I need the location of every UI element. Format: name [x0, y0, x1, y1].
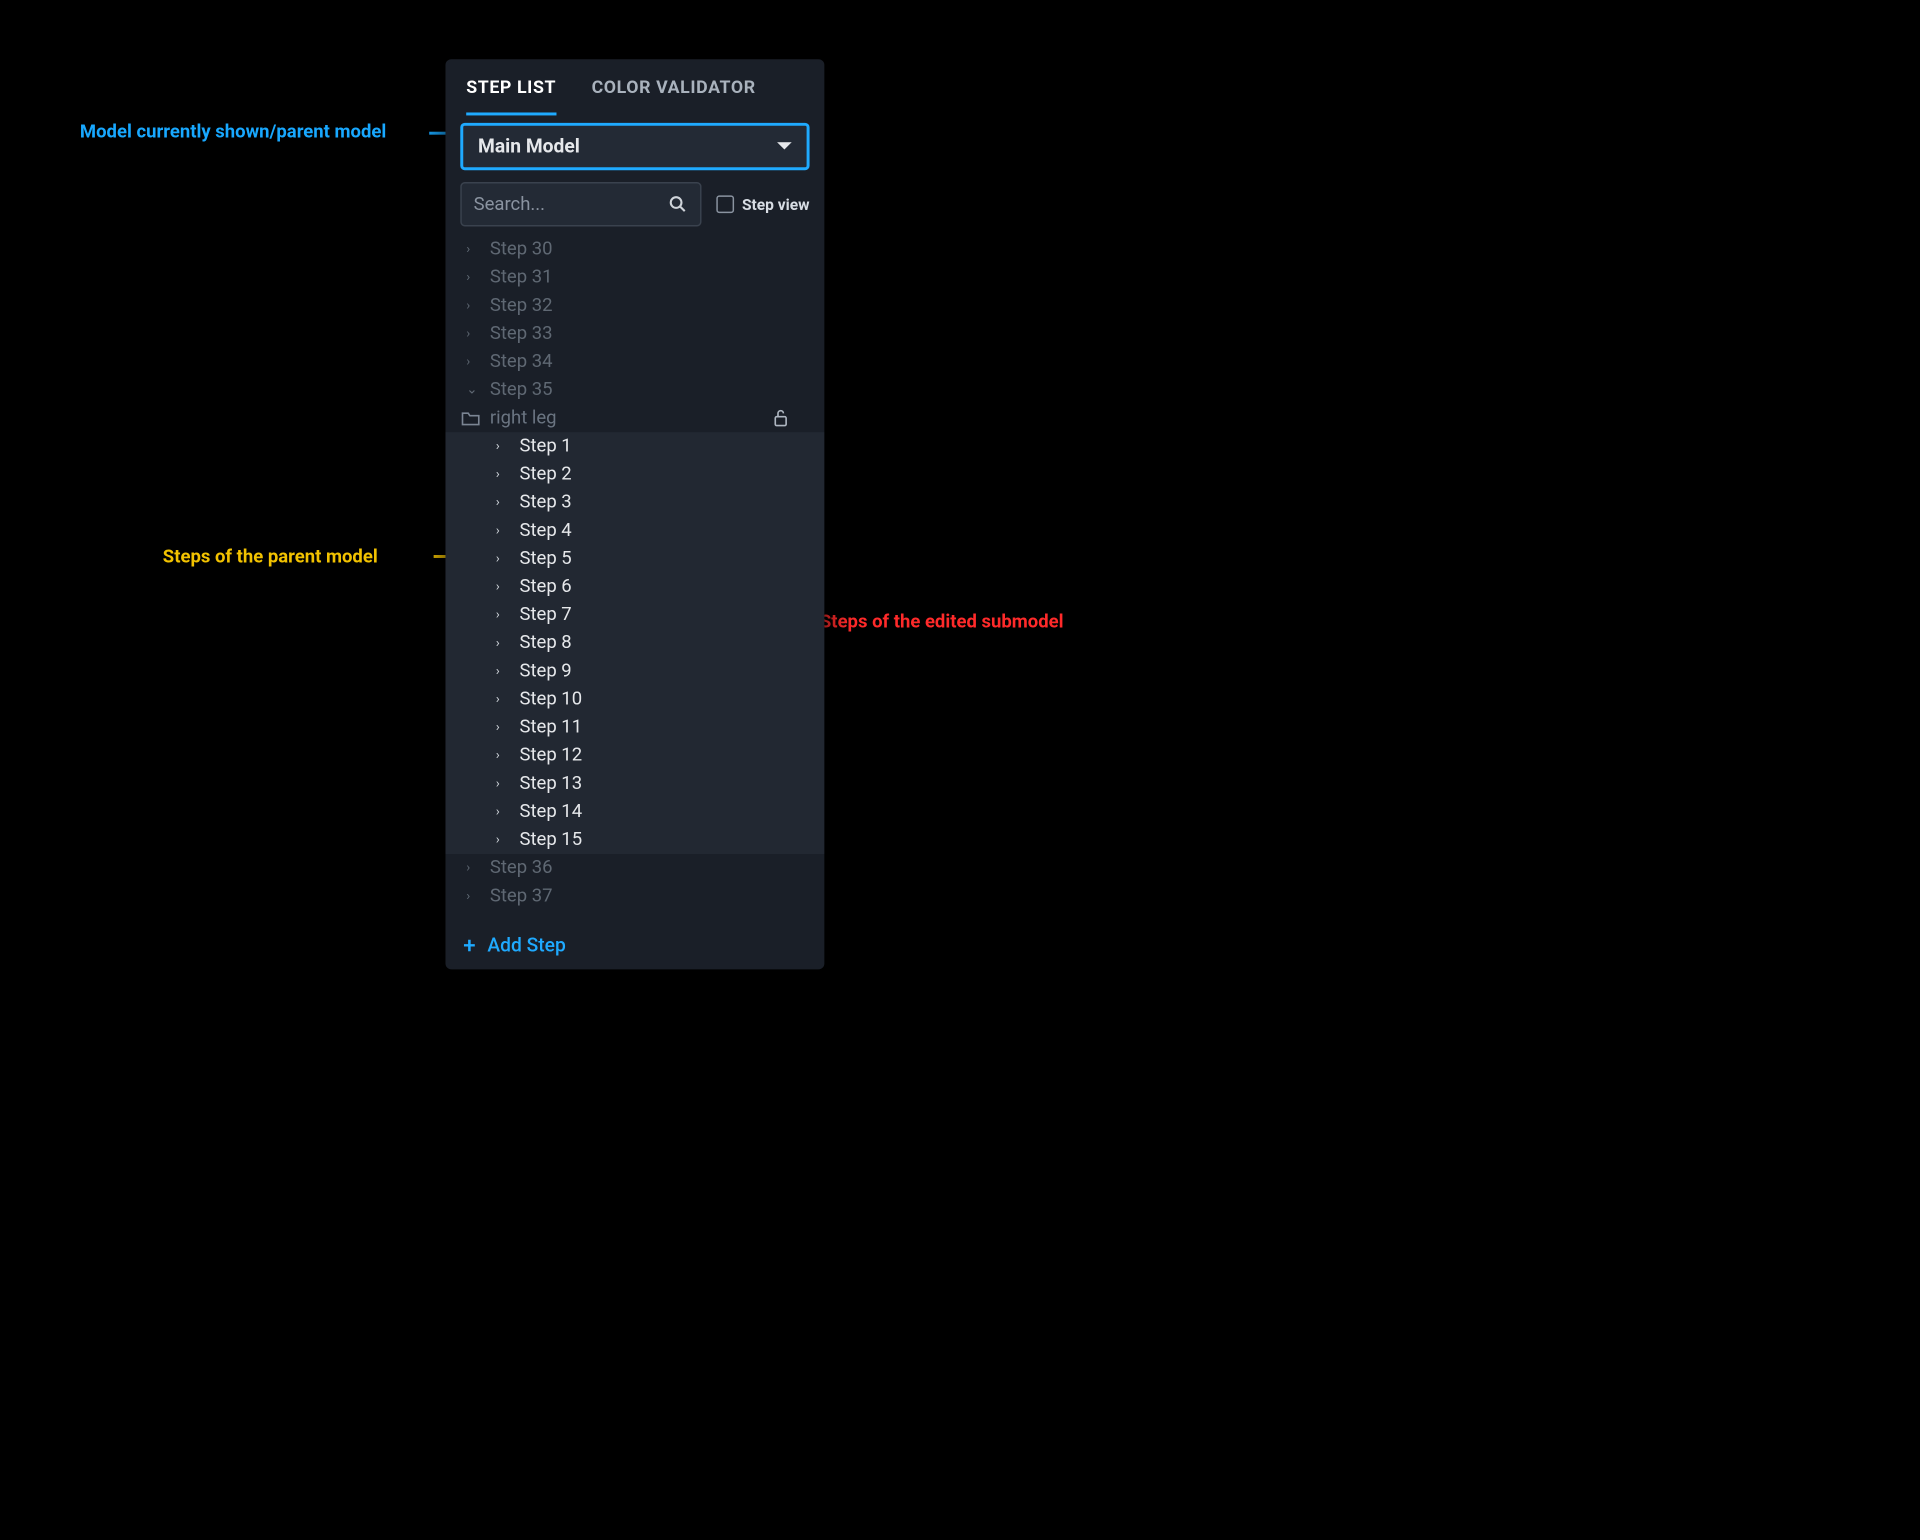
- annotation-line-blue: [429, 132, 447, 135]
- substep-item[interactable]: › Step 8: [445, 629, 824, 657]
- substep-item[interactable]: › Step 13: [445, 770, 824, 798]
- substep-item[interactable]: › Step 2: [445, 460, 824, 488]
- search-input[interactable]: Search...: [460, 182, 702, 226]
- annotation-model-selector: Model currently shown/parent model: [80, 121, 386, 143]
- substep-item[interactable]: › Step 1: [445, 432, 824, 460]
- substep-label: Step 11: [519, 716, 582, 738]
- step-label: Step 30: [490, 238, 553, 260]
- plus-icon: +: [463, 935, 475, 957]
- chevron-right-icon: ›: [496, 776, 511, 791]
- chevron-right-icon: ›: [496, 467, 511, 482]
- substep-label: Step 14: [519, 801, 582, 823]
- chevron-down-icon: [777, 142, 792, 151]
- submodel-name: right leg: [490, 407, 557, 429]
- substep-label: Step 5: [519, 548, 571, 570]
- substep-item[interactable]: › Step 7: [445, 601, 824, 629]
- substep-label: Step 13: [519, 773, 582, 795]
- chevron-right-icon: ›: [496, 748, 511, 763]
- tab-color-validator[interactable]: COLOR VALIDATOR: [592, 59, 756, 115]
- substep-label: Step 10: [519, 688, 582, 710]
- annotation-sub-steps: Steps of the edited submodel: [820, 611, 1064, 633]
- chevron-right-icon: ›: [496, 439, 511, 454]
- tab-step-list[interactable]: STEP LIST: [466, 59, 556, 115]
- chevron-right-icon: ›: [466, 298, 481, 313]
- substep-label: Step 4: [519, 519, 571, 541]
- step-item[interactable]: › Step 33: [445, 320, 824, 348]
- step-view-label: Step view: [742, 195, 810, 214]
- chevron-right-icon: ›: [496, 664, 511, 679]
- step-item[interactable]: › Step 32: [445, 292, 824, 320]
- step-label: Step 36: [490, 857, 553, 879]
- model-selector[interactable]: Main Model: [460, 123, 809, 170]
- checkbox-icon: [717, 195, 735, 213]
- chevron-right-icon: ›: [496, 608, 511, 623]
- substep-label: Step 6: [519, 576, 571, 598]
- add-step-label: Add Step: [487, 935, 565, 957]
- step-label: Step 33: [490, 323, 553, 345]
- model-selector-label: Main Model: [478, 135, 580, 157]
- step-view-toggle[interactable]: Step view: [717, 195, 810, 214]
- folder-icon: [460, 410, 481, 426]
- chevron-right-icon: ›: [466, 326, 481, 341]
- step-item[interactable]: › Step 36: [445, 854, 824, 882]
- step-item[interactable]: › Step 31: [445, 263, 824, 291]
- step-item[interactable]: › Step 37: [445, 882, 824, 910]
- lock-icon: [773, 408, 789, 427]
- substep-label: Step 7: [519, 604, 571, 626]
- chevron-right-icon: ›: [466, 861, 481, 876]
- substep-label: Step 3: [519, 491, 571, 513]
- chevron-right-icon: ›: [496, 636, 511, 651]
- step-item[interactable]: › Step 30: [445, 235, 824, 263]
- substep-label: Step 12: [519, 744, 582, 766]
- substep-label: Step 15: [519, 829, 582, 851]
- step-item[interactable]: › Step 34: [445, 348, 824, 376]
- substep-item[interactable]: › Step 10: [445, 685, 824, 713]
- substep-label: Step 2: [519, 463, 571, 485]
- chevron-right-icon: ›: [466, 270, 481, 285]
- substep-item[interactable]: › Step 11: [445, 713, 824, 741]
- step-label: Step 31: [490, 266, 553, 288]
- chevron-right-icon: ›: [496, 551, 511, 566]
- substep-item[interactable]: › Step 6: [445, 573, 824, 601]
- chevron-right-icon: ›: [496, 523, 511, 538]
- step-label: Step 32: [490, 295, 553, 317]
- chevron-right-icon: ›: [496, 495, 511, 510]
- chevron-right-icon: ›: [496, 720, 511, 735]
- substep-label: Step 9: [519, 660, 571, 682]
- step-list-panel: STEP LIST COLOR VALIDATOR Main Model Sea…: [445, 59, 824, 969]
- step-label: Step 34: [490, 351, 553, 373]
- substep-item[interactable]: › Step 5: [445, 545, 824, 573]
- substep-item[interactable]: › Step 9: [445, 657, 824, 685]
- search-icon: [668, 194, 689, 215]
- substep-label: Step 8: [519, 632, 571, 654]
- search-placeholder: Search...: [474, 193, 668, 215]
- submodel-folder[interactable]: right leg: [445, 404, 824, 432]
- annotation-parent-steps: Steps of the parent model: [163, 546, 378, 568]
- step-label: Step 35: [490, 379, 553, 401]
- substep-label: Step 1: [519, 435, 571, 457]
- chevron-right-icon: ›: [496, 833, 511, 848]
- chevron-right-icon: ›: [466, 354, 481, 369]
- substep-item[interactable]: › Step 14: [445, 798, 824, 826]
- chevron-right-icon: ›: [496, 804, 511, 819]
- add-step-button[interactable]: + Add Step: [445, 922, 824, 969]
- substep-item[interactable]: › Step 3: [445, 488, 824, 516]
- chevron-right-icon: ›: [466, 242, 481, 257]
- step-item[interactable]: ⌄ Step 35: [445, 376, 824, 404]
- chevron-right-icon: ›: [496, 692, 511, 707]
- chevron-down-icon: ⌄: [466, 383, 481, 398]
- substep-item[interactable]: › Step 15: [445, 826, 824, 854]
- chevron-right-icon: ›: [496, 579, 511, 594]
- chevron-right-icon: ›: [466, 889, 481, 904]
- substep-item[interactable]: › Step 12: [445, 741, 824, 769]
- step-list: › Step 30 › Step 31 › Step 32 › Step 33 › Step 34…: [445, 235, 824, 922]
- tab-bar: STEP LIST COLOR VALIDATOR: [445, 59, 824, 115]
- substep-item[interactable]: › Step 4: [445, 517, 824, 545]
- step-label: Step 37: [490, 885, 553, 907]
